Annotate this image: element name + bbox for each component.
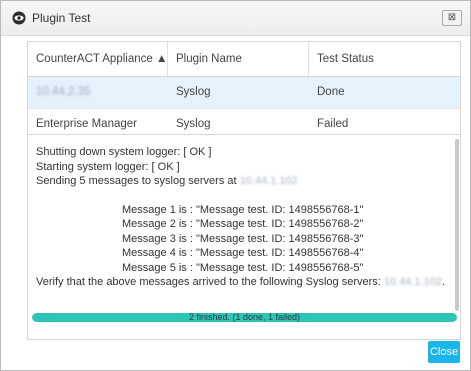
- vertical-scrollbar[interactable]: [455, 139, 459, 311]
- results-table: CounterACT Appliance ▲ Plugin Name Test …: [27, 41, 461, 142]
- table-header: CounterACT Appliance ▲ Plugin Name Test …: [28, 42, 460, 77]
- redacted-ip: 10.44.1.102: [239, 175, 298, 187]
- log-line: Verify that the above messages arrived t…: [36, 275, 448, 290]
- test-output-panel: Shutting down system logger: [ OK ] Star…: [27, 134, 461, 340]
- log-line: Shutting down system logger: [ OK ]: [36, 146, 212, 158]
- progress-bar: 2 finished. (1 done, 1 failed): [32, 313, 457, 322]
- message-line: Message 5 is : "Message test. ID: 149855…: [122, 261, 364, 274]
- log-text: .: [442, 276, 446, 288]
- plugin-test-dialog: Plugin Test ⊠ CounterACT Appliance ▲ Plu…: [0, 0, 471, 371]
- column-header-test-status[interactable]: Test Status: [309, 42, 460, 76]
- log-line: Sending 5 messages to syslog servers at …: [36, 174, 448, 189]
- eye-icon: [12, 11, 26, 25]
- cell-test-status: Done: [317, 86, 345, 98]
- log-line: Starting system logger: [ OK ]: [36, 160, 180, 173]
- column-header-plugin-name[interactable]: Plugin Name: [168, 42, 309, 76]
- message-line: Message 4 is : "Message test. ID: 149855…: [122, 247, 364, 259]
- close-icon[interactable]: ⊠: [442, 10, 462, 26]
- column-header-appliance[interactable]: CounterACT Appliance ▲: [28, 42, 168, 76]
- redacted-ip: 10.44.1.102: [383, 276, 443, 288]
- message-line: Message 2 is : "Message test. ID: 149855…: [122, 218, 364, 230]
- dialog-title: Plugin Test: [32, 11, 91, 25]
- message-line: Message 3 is : "Message test. ID: 149855…: [122, 232, 364, 245]
- cell-plugin-name: Syslog: [176, 86, 211, 98]
- progress-text: 2 finished. (1 done, 1 failed): [188, 313, 301, 322]
- title-bar[interactable]: Plugin Test ⊠: [1, 1, 470, 36]
- message-line: Message 1 is : "Message test. ID: 149855…: [122, 203, 364, 216]
- cell-appliance: 10.44.2.35: [36, 86, 91, 98]
- log-text: Sending 5 messages to syslog servers at: [36, 175, 240, 187]
- log-text: Verify that the above messages arrived t…: [36, 276, 384, 288]
- close-button[interactable]: Close: [428, 341, 460, 363]
- table-row[interactable]: 10.44.2.35 Syslog Done: [28, 77, 460, 109]
- output-log: Shutting down system logger: [ OK ] Star…: [36, 145, 448, 290]
